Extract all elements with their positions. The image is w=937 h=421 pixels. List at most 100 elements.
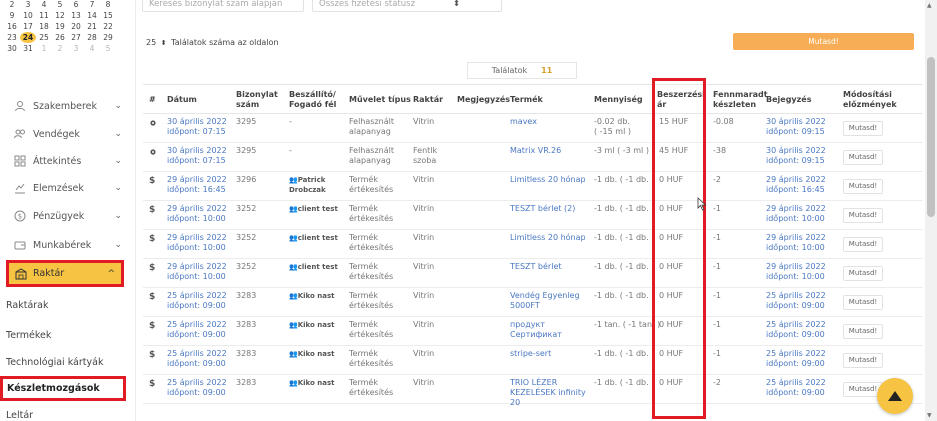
col-supplier[interactable]: Beszállító/ Fogadó fél: [289, 90, 345, 110]
scroll-down-icon[interactable]: ▼: [927, 412, 932, 419]
product-link[interactable]: TRIO LÉZER KEZELÉSEK infinity 20: [510, 378, 586, 408]
per-page-select[interactable]: 25 ⬍ Találatok száma az oldalon: [146, 38, 279, 47]
status-select[interactable]: Összes fizetési státusz ⬍: [312, 0, 502, 12]
wallet-icon: [14, 239, 26, 251]
calendar-day[interactable]: 21: [84, 22, 100, 31]
calendar-day[interactable]: 10: [20, 11, 36, 20]
sidebar-item-raktar[interactable]: Raktár ^: [6, 260, 124, 287]
calendar-day[interactable]: 7: [84, 0, 100, 9]
calendar-day[interactable]: 6: [68, 0, 84, 9]
col-note[interactable]: Megjegyzés: [457, 95, 510, 105]
product-link[interactable]: stripe-sert: [510, 349, 551, 359]
col-date[interactable]: Dátum: [167, 95, 197, 105]
scroll-up-icon[interactable]: ▲: [927, 2, 932, 9]
subnav-item-leltar[interactable]: Leltár: [6, 410, 33, 421]
product-link[interactable]: Limitless 20 hónap: [510, 175, 586, 185]
subnav-item-termekek[interactable]: Termékek: [6, 330, 51, 341]
subnav-item-raktarak[interactable]: Raktárak: [6, 300, 49, 311]
supplier: -: [289, 146, 292, 155]
calendar-day[interactable]: 2: [52, 44, 68, 53]
calendar-day[interactable]: 30: [4, 44, 20, 53]
product-link[interactable]: TESZT bérlet: [510, 262, 562, 272]
date-link[interactable]: 29 április 2022 időpont: 10:00: [167, 262, 227, 282]
history-show-button[interactable]: Mutasd!: [843, 295, 883, 310]
calendar-day[interactable]: 31: [20, 44, 36, 53]
calendar-day[interactable]: 18: [36, 22, 52, 31]
history-show-button[interactable]: Mutasd!: [843, 353, 883, 368]
calendar-day[interactable]: 4: [36, 0, 52, 9]
calendar-day[interactable]: 25: [36, 33, 52, 42]
product-link[interactable]: продукт Сертификат: [510, 320, 562, 340]
calendar-day[interactable]: 3: [68, 44, 84, 53]
product-link[interactable]: TESZT bérlet (2): [510, 204, 575, 214]
product-link[interactable]: mavex: [510, 117, 537, 127]
calendar-day[interactable]: 14: [84, 11, 100, 20]
col-remaining[interactable]: Fennmaradt készleten: [713, 90, 768, 110]
product-link[interactable]: Vendég Egyenleg 5000FT: [510, 291, 580, 311]
calendar-day[interactable]: 15: [100, 11, 116, 20]
date-link[interactable]: 25 április 2022 időpont: 09:00: [167, 378, 227, 398]
operation-type: Termék értékesítés: [349, 233, 394, 252]
col-product[interactable]: Termék: [510, 95, 543, 105]
col-op[interactable]: Művelet típus: [349, 95, 411, 105]
calendar-day[interactable]: 12: [52, 11, 68, 20]
search-input[interactable]: Keresés bizonylat szám alapján: [142, 0, 304, 12]
date-link[interactable]: 29 április 2022 időpont: 10:00: [167, 204, 227, 224]
subnav-item-keszletmozgasok[interactable]: Készletmozgások: [0, 376, 126, 401]
date-link[interactable]: 30 április 2022 időpont: 07:15: [167, 146, 227, 166]
history-show-button[interactable]: Mutasd!: [843, 121, 883, 136]
date-link[interactable]: 30 április 2022 időpont: 07:15: [167, 117, 227, 137]
sidebar-item-vendegek[interactable]: Vendégek ⌄: [14, 124, 126, 144]
calendar-day[interactable]: 4: [84, 44, 100, 53]
calendar-day-today[interactable]: 24: [20, 32, 36, 43]
calendar-day[interactable]: 22: [100, 22, 116, 31]
calendar-day[interactable]: 13: [68, 11, 84, 20]
date-link[interactable]: 25 április 2022 időpont: 09:00: [167, 320, 227, 340]
history-show-button[interactable]: Mutasd!: [843, 237, 883, 252]
col-warehouse[interactable]: Raktár: [413, 95, 443, 105]
sidebar-item-elemzesek[interactable]: Elemzések ⌄: [14, 178, 126, 198]
history-show-button[interactable]: Mutasd!: [843, 208, 883, 223]
calendar-day[interactable]: 2: [4, 0, 20, 9]
product-link[interactable]: Matrix VR.26: [510, 146, 561, 156]
calendar-day[interactable]: 23: [4, 33, 20, 42]
date-link[interactable]: 25 április 2022 időpont: 09:00: [167, 291, 227, 311]
sidebar-item-szakemberek[interactable]: Szakemberek ⌄: [14, 96, 126, 116]
history-show-button[interactable]: Mutasd!: [843, 324, 883, 339]
sidebar-item-munkaberek[interactable]: Munkabérek ⌄: [14, 235, 126, 255]
chart-icon: [14, 182, 26, 194]
calendar-day[interactable]: 27: [68, 33, 84, 42]
calendar-day[interactable]: 20: [68, 22, 84, 31]
calendar-day[interactable]: 1: [36, 44, 52, 53]
calendar-day[interactable]: 26: [52, 33, 68, 42]
date-link[interactable]: 29 április 2022 időpont: 10:00: [167, 233, 227, 253]
history-show-button[interactable]: Mutasd!: [843, 266, 883, 281]
history-show-button[interactable]: Mutasd!: [843, 179, 883, 194]
calendar-day[interactable]: 19: [52, 22, 68, 31]
scrollbar[interactable]: ▲ ▼: [925, 0, 937, 421]
calendar-day[interactable]: 28: [84, 33, 100, 42]
calendar-day[interactable]: 29: [100, 33, 116, 42]
calendar-day[interactable]: 9: [4, 11, 20, 20]
show-button[interactable]: Mutasd!: [733, 33, 914, 50]
product-link[interactable]: Limitless 20 hónap: [510, 233, 586, 243]
calendar-day[interactable]: 5: [52, 0, 68, 9]
sidebar-item-penzugyek[interactable]: $ Pénzügyek ⌄: [14, 206, 126, 226]
calendar-day[interactable]: 5: [100, 44, 116, 53]
sidebar-item-attekintes[interactable]: Áttekintés ⌄: [14, 151, 126, 171]
calendar-day[interactable]: 3: [20, 0, 36, 9]
help-fab-button[interactable]: [877, 378, 913, 414]
history-show-button[interactable]: Mutasd!: [843, 150, 883, 165]
calendar-day[interactable]: 8: [100, 0, 116, 9]
col-qty[interactable]: Mennyiség: [594, 95, 643, 105]
col-entry[interactable]: Bejegyzés: [766, 95, 811, 105]
scrollbar-thumb[interactable]: [927, 57, 935, 217]
date-link[interactable]: 25 április 2022 időpont: 09:00: [167, 349, 227, 369]
warehouse: Vitrin: [413, 175, 435, 184]
calendar-day[interactable]: 11: [36, 11, 52, 20]
date-link[interactable]: 29 április 2022 időpont: 16:45: [167, 175, 227, 195]
subnav-item-technologiai-kartyak[interactable]: Technológiai kártyák: [6, 357, 103, 368]
calendar-day[interactable]: 17: [20, 22, 36, 31]
calendar-day[interactable]: 16: [4, 22, 20, 31]
col-doc[interactable]: Bizonylat szám: [236, 90, 278, 110]
